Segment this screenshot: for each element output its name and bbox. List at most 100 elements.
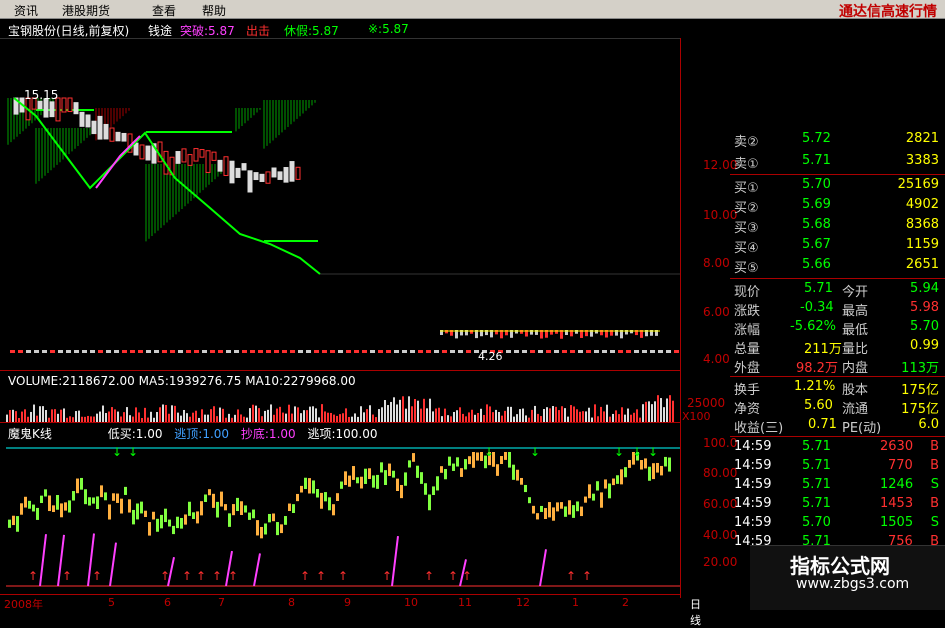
indicator-bar (212, 493, 215, 508)
stat-value: -0.34 (800, 300, 834, 315)
candle (289, 161, 295, 182)
date-label: 12 (516, 596, 530, 609)
candle (85, 114, 91, 128)
indicator-bar (156, 518, 159, 532)
volume-bar (321, 404, 323, 422)
volume-bar (405, 408, 407, 422)
buy-row[interactable]: 买④ 5.67 1159 (730, 236, 945, 256)
buy-row[interactable]: 买③ 5.68 8368 (730, 216, 945, 236)
period-label[interactable]: 日线 (690, 596, 701, 628)
indicator-bar (544, 508, 547, 520)
signal-dot (106, 350, 111, 353)
volume-bar (489, 406, 491, 422)
indicator-bar (364, 468, 367, 484)
indicator-bar (524, 484, 527, 493)
volume-bar (210, 409, 212, 422)
tick-price: 5.71 (802, 477, 831, 492)
indicator-bar (132, 509, 135, 525)
signal-dot (82, 350, 87, 353)
sell-row[interactable]: 卖① 5.71 3383 (730, 152, 945, 172)
candle (145, 145, 151, 161)
signal-dot (266, 350, 271, 353)
indicator-bar (400, 484, 403, 499)
volume-bar (288, 404, 290, 422)
indicator-bar (328, 497, 331, 511)
signal-dot (34, 350, 39, 353)
fin-key: 换手 (734, 383, 761, 398)
indicator-bar (296, 493, 299, 502)
signal-dot (378, 350, 383, 353)
menu-item-help[interactable]: 帮助 (202, 2, 226, 19)
volume-bar (459, 407, 461, 422)
tick-time: 14:59 (734, 458, 772, 473)
sell-row[interactable]: 卖② 5.72 2821 (730, 130, 945, 150)
candle (133, 142, 139, 156)
indicator-bar (536, 513, 539, 520)
quote-divider (730, 376, 945, 377)
signal-dot (194, 350, 199, 353)
indicator-buy-low: 低买:1.00 (107, 427, 163, 441)
volume-bar (312, 406, 314, 422)
candle (229, 160, 235, 184)
indicator-bar (452, 463, 455, 471)
indicator-bar (612, 478, 615, 486)
volume-bar (645, 401, 647, 422)
signal-dot (586, 350, 591, 353)
volume-bar (408, 396, 410, 422)
buy-price: 5.67 (802, 237, 831, 252)
signal-dot (138, 350, 143, 353)
volume-bar (42, 406, 44, 422)
tick-time: 14:59 (734, 515, 772, 530)
signal-dot (122, 350, 127, 353)
signal-dot (450, 350, 455, 353)
indicator-bar (416, 465, 419, 478)
volume-bar (117, 411, 119, 422)
volume-chart[interactable] (0, 390, 680, 422)
indicator-bar (560, 502, 563, 509)
indicator-chart[interactable]: ↑ ↑ ↑ ↑ ↑ ↑ ↑ ↑ ↑ ↑ ↑ ↑ ↑ ↑ ↑ ↑ ↑ ↓ ↓ ↓ ↓ ↓ ↓ ↓ (0, 440, 680, 590)
volume-bar (564, 408, 566, 422)
menu-item-news[interactable]: 资讯 (14, 2, 38, 19)
indicator-bar (96, 496, 99, 510)
indicator-bar (380, 462, 383, 473)
price-chart[interactable] (0, 38, 680, 370)
indicator-bar (108, 504, 111, 520)
volume-indicator-divider (0, 422, 680, 423)
sell-volume: 3383 (905, 153, 939, 168)
indicator-title: 钱途 (148, 24, 173, 38)
signal-dot (570, 350, 575, 353)
volume-bar (495, 409, 497, 422)
buy-row[interactable]: 买① 5.70 25169 (730, 176, 945, 196)
indicator-bar (120, 498, 123, 514)
signal-dot (50, 350, 55, 353)
signal-dot (66, 350, 71, 353)
menu-item-hk-futures[interactable]: 港股期货 (62, 2, 110, 19)
sell-arrow: ↓ (632, 445, 642, 459)
volume-bar (579, 411, 581, 422)
indicator-bar (124, 486, 127, 495)
volume-bar (633, 412, 635, 422)
volume-bar (612, 413, 614, 422)
tick-time: 14:59 (734, 439, 772, 454)
indicator-bar (252, 509, 255, 519)
tick-volume: 1246 (880, 477, 914, 492)
volume-bar (378, 409, 380, 422)
signal-dot (546, 350, 551, 353)
indicator-bar (628, 459, 631, 468)
indicator-bar (24, 496, 27, 508)
indicator-bar (192, 512, 195, 520)
candle (211, 151, 217, 161)
menu-item-view[interactable]: 查看 (152, 2, 176, 19)
signal-dot (98, 350, 103, 353)
stat-key: 今开 (842, 285, 869, 300)
stat-row: 外盘 98.2万 内盘 113万 (730, 356, 945, 376)
buy-row[interactable]: 买② 5.69 4902 (730, 196, 945, 216)
sell-label: 卖② (734, 135, 759, 150)
volume-bar (468, 412, 470, 422)
volume-bar (159, 407, 161, 422)
signal-dot (538, 350, 543, 353)
indicator-bar (480, 452, 483, 461)
signal-dot (554, 350, 559, 353)
buy-row[interactable]: 买⑤ 5.66 2651 (730, 256, 945, 276)
indicator-bar (608, 483, 611, 499)
